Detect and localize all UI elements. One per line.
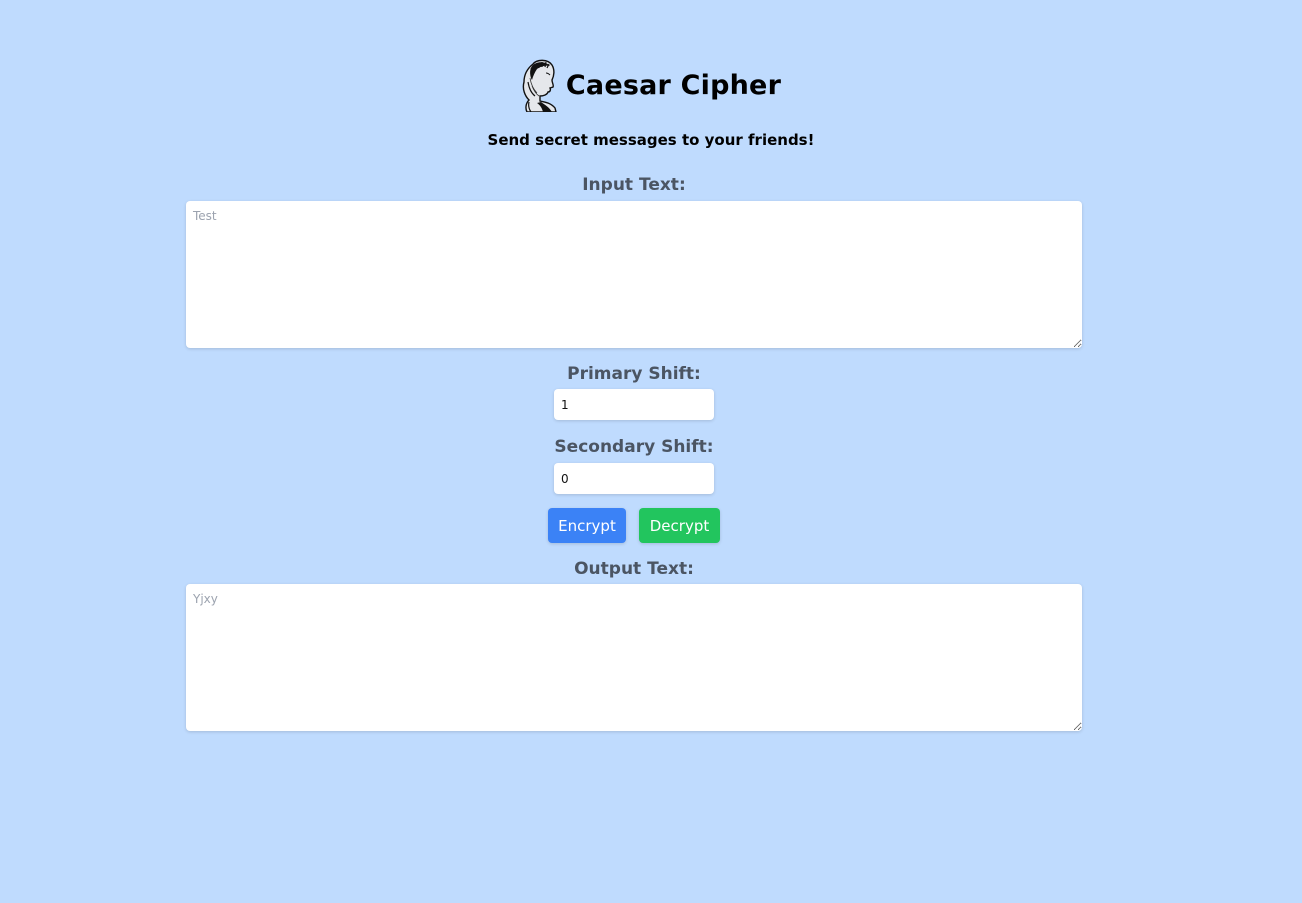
output-text-area[interactable] [186,584,1082,731]
primary-shift-input[interactable] [554,389,714,420]
decrypt-button[interactable]: Decrypt [639,508,720,543]
secondary-shift-input[interactable] [554,463,714,494]
page-title: Caesar Cipher [565,69,782,101]
caesar-bust-icon [522,59,557,112]
output-text-label: Output Text: [574,559,694,579]
input-text-label: Input Text: [582,175,686,195]
encrypt-button[interactable]: Encrypt [548,508,626,543]
secondary-shift-label: Secondary Shift: [554,437,714,457]
primary-shift-label: Primary Shift: [567,364,701,384]
header: Caesar Cipher [0,58,1302,112]
input-text-area[interactable] [186,201,1082,348]
page-subtitle: Send secret messages to your friends! [487,131,815,149]
